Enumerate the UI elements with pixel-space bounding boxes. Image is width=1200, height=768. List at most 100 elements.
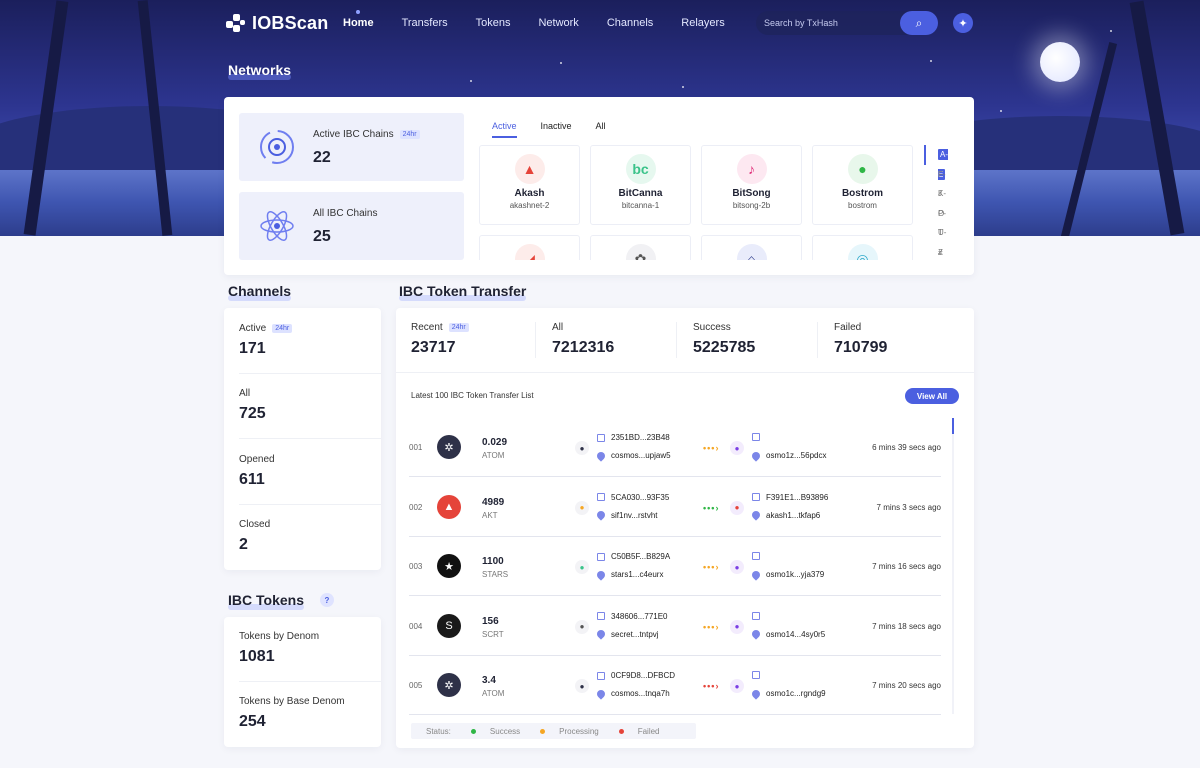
help-icon[interactable]: ? [319, 593, 334, 607]
nav-item-tokens[interactable]: Tokens [466, 0, 521, 46]
address-pin-icon [750, 628, 762, 640]
source-tx-hash[interactable]: 0CF9D8...DFBCD [597, 671, 675, 680]
source-tx-hash[interactable]: 348606...771E0 [597, 612, 668, 621]
source-address[interactable]: sif1nv...rstvht [595, 509, 658, 521]
chain-card-bitcanna[interactable]: bc BitCanna bitcanna-1 [590, 145, 691, 225]
bitcanna-icon: bc [625, 154, 656, 184]
chain-card-bitsong[interactable]: ♪ BitSong bitsong-2b [701, 145, 802, 225]
network-switch-button[interactable]: ✦ [953, 13, 973, 33]
legend-label: Status: [426, 726, 451, 736]
tx-icon [597, 612, 605, 620]
table-row[interactable]: 004 S 156 SCRT ● 348606...771E0 secret..… [409, 597, 941, 656]
table-row[interactable]: 001 ✲ 0.029 ATOM ● 2351BD...23B48 cosmos… [409, 418, 941, 477]
status-arrows-icon: •••› [703, 502, 720, 513]
source-address[interactable]: cosmos...tnqa7h [595, 687, 670, 700]
transfer-title: IBC Token Transfer [399, 283, 527, 301]
tab-inactive[interactable]: Inactive [541, 121, 572, 131]
alpha-filter-a-e[interactable]: A-E [924, 145, 948, 180]
all-chains-value: 25 [313, 228, 331, 245]
channels-closed: Closed 2 [239, 519, 271, 553]
transfer-recent-value: 23717 [411, 339, 456, 356]
tx-icon [752, 433, 760, 441]
scrollbar-thumb[interactable] [952, 418, 954, 434]
tx-icon [752, 671, 760, 679]
address-pin-icon [595, 509, 607, 521]
source-tx-hash[interactable]: 5CA030...93F35 [597, 493, 669, 502]
source-chain-icon: ● [575, 679, 589, 693]
search-button[interactable]: ⌕ [900, 11, 938, 35]
address-pin-icon [750, 687, 762, 700]
dest-address[interactable]: akash1...tkfap6 [750, 509, 820, 521]
dest-tx-hash[interactable]: F391E1...B93896 [752, 493, 828, 502]
dest-tx-hash[interactable] [752, 671, 766, 679]
nav-item-transfers[interactable]: Transfers [392, 0, 458, 46]
row-index: 001 [409, 443, 423, 452]
chain-card-partial[interactable]: ✿ [590, 235, 691, 260]
nav-item-channels[interactable]: Channels [597, 0, 663, 46]
row-index: 002 [409, 502, 423, 512]
all-chains-card: All IBC Chains 25 [239, 192, 464, 260]
source-address[interactable]: secret...tntpvj [595, 628, 659, 640]
top-nav: IOBScan Home Transfers Tokens Network Ch… [0, 0, 1200, 46]
token-icon: ✲ [437, 435, 461, 459]
alpha-filter-p-t[interactable]: P-T [924, 204, 948, 238]
source-tx-hash[interactable]: 2351BD...23B48 [597, 433, 670, 442]
dest-tx-hash[interactable] [752, 552, 766, 560]
view-all-button[interactable]: View All [905, 388, 959, 404]
channels-title: Channels [228, 283, 292, 301]
row-time: 7 mins 16 secs ago [872, 562, 941, 571]
chain-ring-icon [260, 130, 294, 164]
search-input[interactable] [756, 18, 901, 28]
legend-processing: Processing [559, 726, 599, 736]
chain-card-akash[interactable]: ▲ Akash akashnet-2 [479, 145, 580, 225]
transfer-failed: Failed 710799 [834, 322, 888, 356]
nav-item-relayers[interactable]: Relayers [671, 0, 734, 46]
transfer-success: Success 5225785 [693, 322, 756, 356]
search-icon: ⌕ [915, 15, 923, 30]
row-time: 7 mins 20 secs ago [872, 681, 941, 690]
table-row[interactable]: 005 ✲ 3.4 ATOM ● 0CF9D8...DFBCD cosmos..… [409, 656, 941, 715]
transfer-list-title: Latest 100 IBC Token Transfer List [411, 391, 534, 400]
nav-menu: Home Transfers Tokens Network Channels R… [333, 0, 743, 46]
address-pin-icon [750, 449, 762, 462]
nav-item-home[interactable]: Home [333, 0, 384, 46]
dest-address[interactable]: osmo14...4sy0r5 [750, 628, 825, 640]
tab-active[interactable]: Active [492, 121, 517, 138]
period-badge: 24hr [448, 323, 469, 332]
nav-item-network[interactable]: Network [528, 0, 588, 46]
chain-card-partial[interactable]: ⌂ [701, 235, 802, 260]
amount: 156 [482, 615, 499, 627]
chain-id: bitsong-2b [732, 201, 771, 210]
chain-tabs: Active Inactive All [492, 121, 606, 138]
dest-address[interactable]: osmo1c...rgndg9 [750, 687, 826, 700]
transfer-list: 001 ✲ 0.029 ATOM ● 2351BD...23B48 cosmos… [409, 418, 954, 718]
alpha-filter-f-j[interactable]: F-J [924, 165, 948, 199]
alpha-filter-other[interactable]: # [924, 243, 948, 263]
chain-card-partial[interactable]: ◎ [812, 235, 913, 260]
alpha-filter-k-o[interactable]: K-O [924, 184, 948, 218]
tokens-by-denom-value: 1081 [239, 648, 275, 665]
chain-card-bostrom[interactable]: ● Bostrom bostrom [812, 145, 913, 225]
dest-chain-icon: ● [730, 500, 744, 515]
search-bar: ⌕ [756, 11, 938, 35]
source-address[interactable]: cosmos...upjaw5 [595, 449, 671, 462]
source-tx-hash[interactable]: C50B5F...B829A [597, 552, 670, 561]
brand-logo[interactable]: IOBScan [224, 12, 328, 34]
ibc-tokens-card: Tokens by Denom 1081 Tokens by Base Deno… [224, 617, 381, 747]
row-time: 7 mins 18 secs ago [872, 621, 941, 631]
table-row[interactable]: 003 ★ 1100 STARS ● C50B5F...B829A stars1… [409, 537, 941, 596]
dest-address[interactable]: osmo1k...yja379 [750, 568, 824, 581]
alpha-filter-u-z[interactable]: U-Z [924, 223, 948, 257]
chain-id: bitcanna-1 [621, 201, 660, 210]
success-dot-icon [470, 728, 476, 734]
scrollbar[interactable] [952, 418, 954, 714]
table-row[interactable]: 002 ▲ 4989 AKT ● 5CA030...93F35 sif1nv..… [409, 478, 941, 537]
dest-address[interactable]: osmo1z...56pdcx [750, 449, 826, 462]
source-address[interactable]: stars1...c4eurx [595, 568, 663, 581]
tab-all[interactable]: All [596, 121, 606, 131]
chain-card-partial[interactable]: ◢ [479, 235, 580, 260]
dest-tx-hash[interactable] [752, 611, 766, 620]
tx-icon [752, 611, 760, 620]
period-badge: 24hr [272, 324, 293, 333]
dest-tx-hash[interactable] [752, 433, 766, 441]
